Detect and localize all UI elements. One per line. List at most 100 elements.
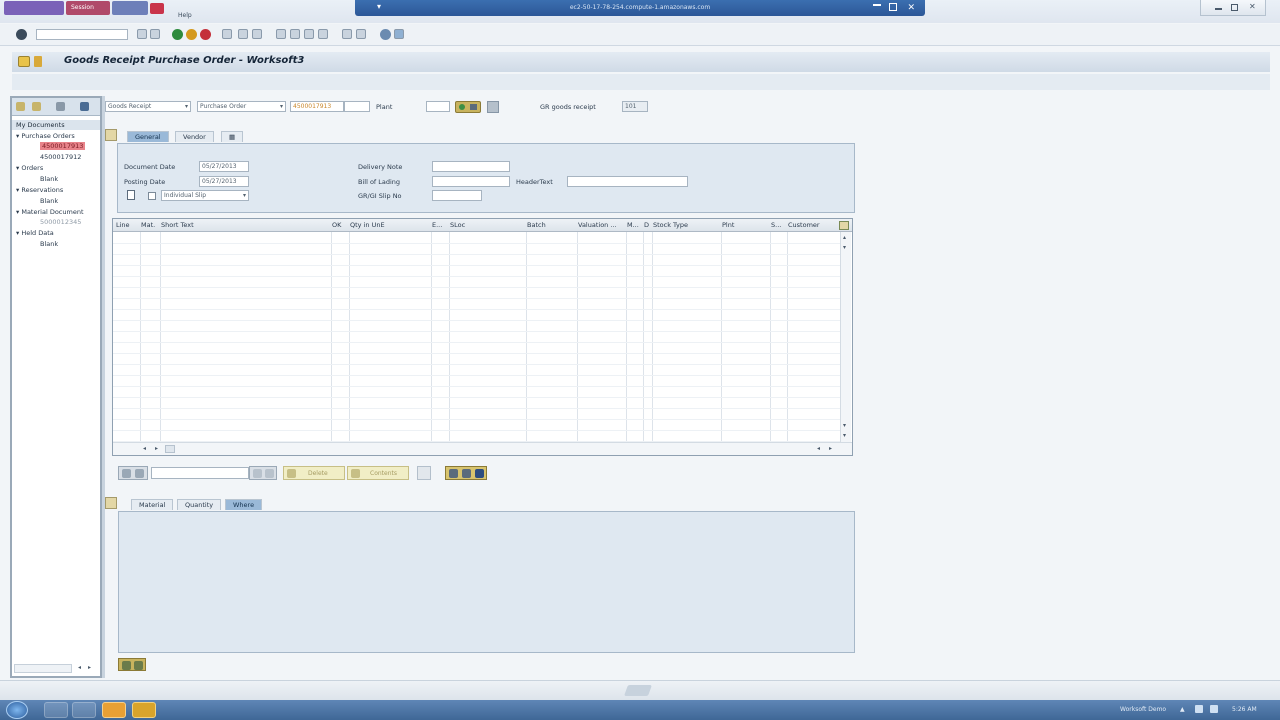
last-page-icon[interactable]: [318, 29, 328, 39]
sap-taskbar-icon[interactable]: [102, 702, 126, 718]
tree-leaf[interactable]: Blank: [40, 197, 58, 205]
horizontal-scroll-thumb[interactable]: [165, 445, 175, 453]
command-field[interactable]: [36, 29, 128, 40]
back-icon[interactable]: [137, 29, 147, 39]
session-tab-2[interactable]: Session: [66, 1, 110, 15]
tab-where[interactable]: Where: [225, 499, 263, 510]
plant-input[interactable]: [426, 101, 450, 112]
column-header-stock-type[interactable]: Stock Type: [653, 221, 688, 229]
collapse-detail-icon[interactable]: [105, 497, 117, 509]
column-header-unit[interactable]: E...: [432, 221, 442, 229]
transaction-select[interactable]: Goods Receipt ▾: [105, 101, 191, 112]
scroll-up-icon[interactable]: ▾: [843, 244, 846, 251]
save-icon[interactable]: [150, 29, 160, 39]
tab-general[interactable]: General: [127, 131, 169, 142]
po-number-input[interactable]: 4500017913: [290, 101, 344, 112]
delete-button[interactable]: Delete: [283, 466, 345, 480]
delivery-note-input[interactable]: [432, 161, 510, 172]
column-header-qty[interactable]: Qty in UnE: [350, 221, 385, 229]
contents-button[interactable]: Contents: [347, 466, 409, 480]
green-check-icon[interactable]: [172, 29, 183, 40]
chevron-down-icon[interactable]: [34, 56, 42, 67]
column-header-s[interactable]: S...: [771, 221, 781, 229]
help-menu[interactable]: Help: [178, 12, 192, 19]
next-page-icon[interactable]: [304, 29, 314, 39]
app-taskbar-icon[interactable]: [132, 702, 156, 718]
column-header-batch[interactable]: Batch: [527, 221, 546, 229]
session-tab-1[interactable]: [4, 1, 64, 15]
print-slip-icon[interactable]: [127, 190, 135, 200]
tab-vendor[interactable]: Vendor: [175, 131, 214, 142]
column-header-valuation[interactable]: Valuation ...: [578, 221, 617, 229]
column-header-customer[interactable]: Customer: [788, 221, 820, 229]
select-all-button[interactable]: [118, 466, 148, 480]
close-icon[interactable]: ✕: [1249, 2, 1256, 11]
column-config-icon[interactable]: [839, 221, 849, 230]
header-text-input[interactable]: [567, 176, 688, 187]
collapse-header-icon[interactable]: [105, 129, 117, 141]
restore-icon[interactable]: [889, 3, 897, 11]
slip-number-input[interactable]: [432, 190, 482, 201]
network-icon[interactable]: [1195, 705, 1203, 713]
enter-icon[interactable]: [16, 29, 27, 40]
prev-page-icon[interactable]: [290, 29, 300, 39]
tree-node-reservations[interactable]: ▾ Reservations: [16, 186, 63, 194]
posting-date-input[interactable]: 05/27/2013: [199, 176, 249, 187]
detail-navigation[interactable]: [118, 658, 146, 671]
folder-icon[interactable]: [18, 56, 30, 67]
document-date-input[interactable]: 05/27/2013: [199, 161, 249, 172]
maximize-icon[interactable]: [1231, 4, 1238, 11]
scroll-down-icon[interactable]: ▾: [843, 422, 846, 429]
horizontal-scrollbar[interactable]: [14, 664, 72, 673]
session-tab-3[interactable]: [112, 1, 148, 15]
column-header-short-text[interactable]: Short Text: [161, 221, 194, 229]
tab-material[interactable]: Material: [131, 499, 174, 510]
reference-document-select[interactable]: Purchase Order ▾: [197, 101, 286, 112]
scroll-right-icon[interactable]: ▸: [88, 664, 91, 671]
column-header-line[interactable]: Line: [116, 221, 130, 229]
exit-icon[interactable]: [186, 29, 197, 40]
layout-menu-icon[interactable]: [394, 29, 404, 39]
cancel-icon[interactable]: [200, 29, 211, 40]
expand-icon[interactable]: [16, 102, 25, 111]
help-icon[interactable]: [380, 29, 391, 40]
scroll-right-icon[interactable]: ▸: [155, 445, 158, 452]
ie-taskbar-icon[interactable]: [44, 702, 68, 718]
tree-leaf[interactable]: 4500017912: [40, 153, 81, 161]
close-session-icon[interactable]: [150, 3, 164, 14]
minimize-icon[interactable]: [1215, 8, 1222, 10]
print-icon[interactable]: [222, 29, 232, 39]
scroll-left-icon[interactable]: ◂: [143, 445, 146, 452]
tree-leaf[interactable]: Blank: [40, 175, 58, 183]
column-header-ok[interactable]: OK: [332, 221, 341, 229]
help-button[interactable]: [487, 101, 499, 113]
column-header-m[interactable]: M...: [627, 221, 639, 229]
clock[interactable]: 5:26 AM: [1232, 706, 1257, 713]
tab-more[interactable]: ▦: [221, 131, 244, 142]
splitter[interactable]: [102, 96, 105, 678]
close-icon[interactable]: ✕: [907, 0, 915, 16]
tree-node-orders[interactable]: ▾ Orders: [16, 164, 43, 172]
find-icon[interactable]: [238, 29, 248, 39]
delete-icon[interactable]: [56, 102, 65, 111]
scroll-left-icon[interactable]: ◂: [817, 445, 820, 452]
minimize-icon[interactable]: [873, 4, 881, 6]
scroll-up-icon[interactable]: ▴: [843, 234, 846, 241]
execute-button[interactable]: [455, 101, 481, 113]
print-checkbox[interactable]: [148, 192, 156, 200]
shortcut-icon[interactable]: [356, 29, 366, 39]
tab-quantity[interactable]: Quantity: [177, 499, 222, 510]
tree-node-material-document[interactable]: ▾ Material Document: [16, 208, 84, 216]
tools-button[interactable]: [445, 466, 487, 480]
copy-button[interactable]: [249, 466, 277, 480]
tree-leaf[interactable]: 5000012345: [40, 218, 81, 226]
explorer-taskbar-icon[interactable]: [72, 702, 96, 718]
volume-icon[interactable]: [1210, 705, 1218, 713]
first-page-icon[interactable]: [276, 29, 286, 39]
scroll-down-icon[interactable]: ▾: [843, 432, 846, 439]
tree-node-purchase-orders[interactable]: ▾ Purchase Orders: [16, 132, 75, 140]
collapse-icon[interactable]: [32, 102, 41, 111]
pin-icon[interactable]: ▾: [375, 3, 383, 11]
column-header-d[interactable]: D: [644, 221, 649, 229]
fullscreen-button[interactable]: [417, 466, 431, 480]
